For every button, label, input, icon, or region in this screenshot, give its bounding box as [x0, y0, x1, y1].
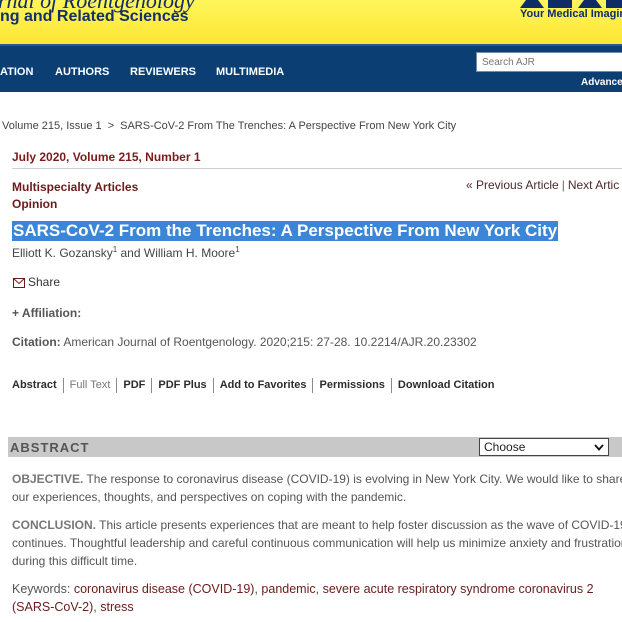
- article-pagination: « Previous Article | Next Artic: [466, 178, 619, 192]
- pagination-separator: |: [561, 178, 565, 192]
- affiliation-toggle[interactable]: + Affiliation:: [12, 306, 81, 320]
- citation: Citation: American Journal of Roentgenol…: [12, 335, 477, 349]
- envelope-icon: [13, 278, 25, 288]
- nav-item-information[interactable]: ATION: [0, 66, 33, 78]
- tab-pdf-plus[interactable]: PDF Plus: [151, 378, 212, 393]
- share-label: Share: [28, 275, 61, 289]
- divider: [12, 168, 622, 169]
- conclusion-text: This article presents experiences that a…: [96, 518, 622, 532]
- tab-permissions[interactable]: Permissions: [312, 378, 390, 393]
- nav-item-authors[interactable]: AUTHORS: [55, 66, 109, 78]
- article-subsection: Opinion: [12, 197, 58, 211]
- search-input[interactable]: [476, 52, 622, 72]
- keyword-link[interactable]: stress: [100, 600, 133, 614]
- objective-text-2: our experiences, thoughts, and perspecti…: [12, 490, 407, 504]
- tab-full-text[interactable]: Full Text: [62, 378, 117, 393]
- breadcrumb: Volume 215, Issue 1 > SARS-CoV-2 From The …: [2, 120, 456, 132]
- keywords: Keywords: coronavirus disease (COVID-19)…: [12, 582, 594, 614]
- keyword-link[interactable]: pandemic: [261, 582, 315, 596]
- nav-item-reviewers[interactable]: REVIEWERS: [130, 66, 196, 78]
- logo-tagline: Your Medical Imaging S: [520, 8, 622, 20]
- section-select[interactable]: Choose: [479, 438, 609, 456]
- article-title: SARS-CoV-2 From the Trenches: A Perspect…: [12, 221, 559, 241]
- objective-text: The response to coronavirus disease (COV…: [83, 472, 622, 486]
- breadcrumb-article[interactable]: SARS-CoV-2 From The Trenches: A Perspect…: [120, 120, 456, 132]
- previous-article-link[interactable]: « Previous Article: [466, 178, 559, 192]
- author-name[interactable]: Elliott K. Gozansky: [12, 246, 113, 260]
- conclusion-text-2: continues. Thoughtful leadership and car…: [12, 536, 622, 550]
- conclusion-label: CONCLUSION.: [12, 518, 96, 532]
- keyword-link[interactable]: (SARS-CoV-2): [12, 600, 93, 614]
- next-article-link[interactable]: Next Artic: [568, 178, 619, 192]
- breadcrumb-separator: >: [107, 120, 115, 132]
- site-header: rnal of Roentgenology ng and Related Sci…: [0, 0, 622, 44]
- author-name[interactable]: William H. Moore: [144, 246, 235, 260]
- main-nav: ATION AUTHORS REVIEWERS MULTIMEDIA Advan…: [0, 44, 622, 92]
- keyword-link[interactable]: coronavirus disease (COVID-19): [74, 582, 255, 596]
- tab-pdf[interactable]: PDF: [116, 378, 151, 393]
- advanced-search-link[interactable]: Advance: [581, 77, 622, 88]
- nav-item-multimedia[interactable]: MULTIMEDIA: [216, 66, 284, 78]
- abstract-heading: ABSTRACT: [10, 440, 90, 455]
- issue-line: July 2020, Volume 215, Number 1: [12, 150, 201, 164]
- objective-paragraph: OBJECTIVE. The response to coronavirus d…: [12, 470, 622, 506]
- arrs-logo-icon: [520, 0, 622, 8]
- tab-add-to-favorites[interactable]: Add to Favorites: [212, 378, 313, 393]
- article-section: Multispecialty Articles: [12, 180, 139, 194]
- objective-label: OBJECTIVE.: [12, 472, 84, 486]
- author-list: Elliott K. Gozansky 1 and William H. Moor…: [12, 245, 240, 260]
- keyword-link[interactable]: severe acute respiratory syndrome corona…: [323, 582, 594, 596]
- author-conjunction: and: [117, 246, 144, 260]
- conclusion-paragraph: CONCLUSION. This article presents experi…: [12, 516, 622, 570]
- section-select-value: Choose: [484, 440, 526, 454]
- conclusion-text-3: during this difficult time.: [12, 554, 138, 568]
- citation-text: American Journal of Roentgenology. 2020;…: [60, 335, 477, 349]
- chevron-down-icon: [594, 444, 604, 451]
- keywords-label: Keywords:: [12, 582, 74, 596]
- tab-abstract[interactable]: Abstract: [12, 378, 63, 393]
- citation-label: Citation:: [12, 335, 61, 349]
- share-button[interactable]: Share: [13, 275, 60, 289]
- tab-download-citation[interactable]: Download Citation: [390, 378, 501, 393]
- affiliation-marker: 1: [235, 245, 240, 254]
- journal-title-line2: ng and Related Sciences: [0, 8, 189, 25]
- article-tabs: Abstract Full Text PDF PDF Plus Add to F…: [12, 378, 500, 393]
- breadcrumb-issue[interactable]: Volume 215, Issue 1: [2, 120, 102, 132]
